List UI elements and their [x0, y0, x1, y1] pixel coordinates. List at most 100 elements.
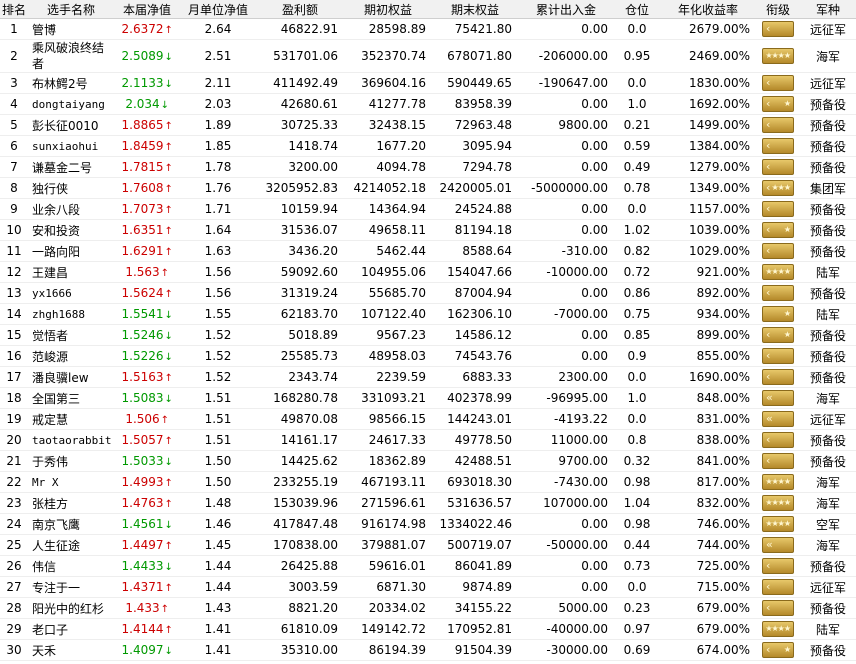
arrow-down-icon: ↓	[164, 646, 173, 657]
nav-cell: 1.8459↑	[114, 135, 180, 157]
rank-insignia-icon: ‹	[762, 348, 794, 364]
player-name[interactable]: 于秀伟	[28, 450, 114, 472]
player-name[interactable]: 业余八段	[28, 198, 114, 220]
end-equity-cell: 8588.64	[432, 240, 518, 262]
profit-cell: 411492.49	[256, 72, 344, 94]
col-branch[interactable]: 军种	[800, 0, 856, 19]
rank-insignia-icon: ‹ ★	[762, 222, 794, 238]
player-name[interactable]: 阳光中的红杉	[28, 597, 114, 619]
rank-cell: 10	[0, 219, 28, 241]
rank-cell: 20	[0, 429, 28, 451]
player-name[interactable]: yx1666	[28, 282, 114, 304]
table-row: 10 安和投资 1.6351↑ 1.64 31536.07 49658.11 81194.1…	[0, 219, 856, 241]
col-name[interactable]: 选手名称	[28, 0, 114, 19]
player-name[interactable]: 布林鳄2号	[28, 72, 114, 94]
player-name[interactable]: taotaorabbit	[28, 429, 114, 451]
player-name[interactable]: 全国第三	[28, 387, 114, 409]
table-header: 排名 选手名称 本届净值 月单位净值 盈利额 期初权益 期末权益 累计出入金 仓…	[0, 0, 856, 19]
player-name[interactable]: dongtaiyang	[28, 93, 114, 115]
arrow-up-icon: ↑	[164, 478, 173, 489]
cash-flow-cell: -10000.00	[518, 261, 614, 283]
player-name[interactable]: 管博	[28, 18, 114, 40]
profit-cell: 42680.61	[256, 93, 344, 115]
start-equity-cell: 28598.89	[344, 18, 432, 40]
end-equity-cell: 144243.01	[432, 408, 518, 430]
start-equity-cell: 32438.15	[344, 114, 432, 136]
cash-flow-cell: 0.00	[518, 576, 614, 598]
month-nav-cell: 1.45	[180, 534, 256, 556]
rank-badge-cell: ★★★★	[756, 261, 800, 283]
position-cell: 0.69	[614, 639, 660, 661]
rank-insignia-icon: ‹ ★	[762, 642, 794, 658]
profit-cell: 30725.33	[256, 114, 344, 136]
profit-cell: 3200.00	[256, 156, 344, 178]
col-month-nav[interactable]: 月单位净值	[180, 0, 256, 19]
cash-flow-cell: 0.00	[518, 156, 614, 178]
col-rank-badge[interactable]: 衔级	[756, 0, 800, 19]
annual-return-cell: 892.00%	[660, 282, 756, 304]
cash-flow-cell: 0.00	[518, 555, 614, 577]
cash-flow-cell: 0.00	[518, 219, 614, 241]
col-cash-flow[interactable]: 累计出入金	[518, 0, 614, 19]
player-name[interactable]: 一路向阳	[28, 240, 114, 262]
player-name[interactable]: 乘风破浪终结者	[28, 39, 114, 73]
col-profit[interactable]: 盈利额	[256, 0, 344, 19]
player-name[interactable]: 南京飞鹰	[28, 513, 114, 535]
player-name[interactable]: 伟信	[28, 555, 114, 577]
cash-flow-cell: -40000.00	[518, 618, 614, 640]
arrow-up-icon: ↑	[164, 541, 173, 552]
player-name[interactable]: 人生征途	[28, 534, 114, 556]
rank-badge-cell: ‹	[756, 345, 800, 367]
col-end-equity[interactable]: 期末权益	[432, 0, 518, 19]
position-cell: 0.72	[614, 261, 660, 283]
player-name[interactable]: 潘良骥lew	[28, 366, 114, 388]
table-row: 11 一路向阳 1.6291↑ 1.63 3436.20 5462.44 8588.64 -3…	[0, 240, 856, 262]
col-position[interactable]: 仓位	[614, 0, 660, 19]
annual-return-cell: 679.00%	[660, 618, 756, 640]
player-name[interactable]: 张桂方	[28, 492, 114, 514]
player-name[interactable]: 安和投资	[28, 219, 114, 241]
col-nav[interactable]: 本届净值	[114, 0, 180, 19]
month-nav-cell: 1.48	[180, 492, 256, 514]
month-nav-cell: 1.64	[180, 219, 256, 241]
arrow-up-icon: ↑	[164, 142, 173, 153]
annual-return-cell: 2469.00%	[660, 39, 756, 73]
month-nav-cell: 1.89	[180, 114, 256, 136]
profit-cell: 153039.96	[256, 492, 344, 514]
col-annual-return[interactable]: 年化收益率	[660, 0, 756, 19]
annual-return-cell: 1039.00%	[660, 219, 756, 241]
cash-flow-cell: -96995.00	[518, 387, 614, 409]
player-name[interactable]: 王建昌	[28, 261, 114, 283]
nav-value: 1.5246	[121, 328, 164, 342]
nav-cell: 1.5624↑	[114, 282, 180, 304]
position-cell: 1.0	[614, 387, 660, 409]
nav-value: 1.5541	[121, 307, 164, 321]
player-name[interactable]: 范峻源	[28, 345, 114, 367]
player-name[interactable]: 彭长征0010	[28, 114, 114, 136]
rank-badge-cell: ‹ ★	[756, 93, 800, 115]
table-row: 1 管博 2.6372↑ 2.64 46822.91 28598.89 75421.80 0.…	[0, 18, 856, 40]
player-name[interactable]: 谦墓金二号	[28, 156, 114, 178]
player-name[interactable]: 觉悟者	[28, 324, 114, 346]
profit-cell: 31319.24	[256, 282, 344, 304]
rank-badge-cell: ‹	[756, 429, 800, 451]
player-name[interactable]: 老口子	[28, 618, 114, 640]
player-name[interactable]: 独行侠	[28, 177, 114, 199]
col-rank[interactable]: 排名	[0, 0, 28, 19]
rank-badge-cell: ‹	[756, 450, 800, 472]
arrow-down-icon: ↓	[160, 100, 170, 111]
start-equity-cell: 20334.02	[344, 597, 432, 619]
table-row: 4 dongtaiyang 2.034↓ 2.03 42680.61 41277.78 83…	[0, 93, 856, 115]
player-name[interactable]: Mr X	[28, 471, 114, 493]
end-equity-cell: 3095.94	[432, 135, 518, 157]
table-row: 26 伟信 1.4433↓ 1.44 26425.88 59616.01 86041.89 0…	[0, 555, 856, 577]
player-name[interactable]: sunxiaohui	[28, 135, 114, 157]
player-name[interactable]: 天禾	[28, 639, 114, 661]
player-name[interactable]: zhgh1688	[28, 303, 114, 325]
nav-cell: 1.4433↓	[114, 555, 180, 577]
table-row: 14 zhgh1688 1.5541↓ 1.55 62183.70 107122.40 16…	[0, 303, 856, 325]
player-name[interactable]: 专注于一	[28, 576, 114, 598]
arrow-up-icon: ↑	[164, 184, 173, 195]
col-start-equity[interactable]: 期初权益	[344, 0, 432, 19]
player-name[interactable]: 戒定慧	[28, 408, 114, 430]
